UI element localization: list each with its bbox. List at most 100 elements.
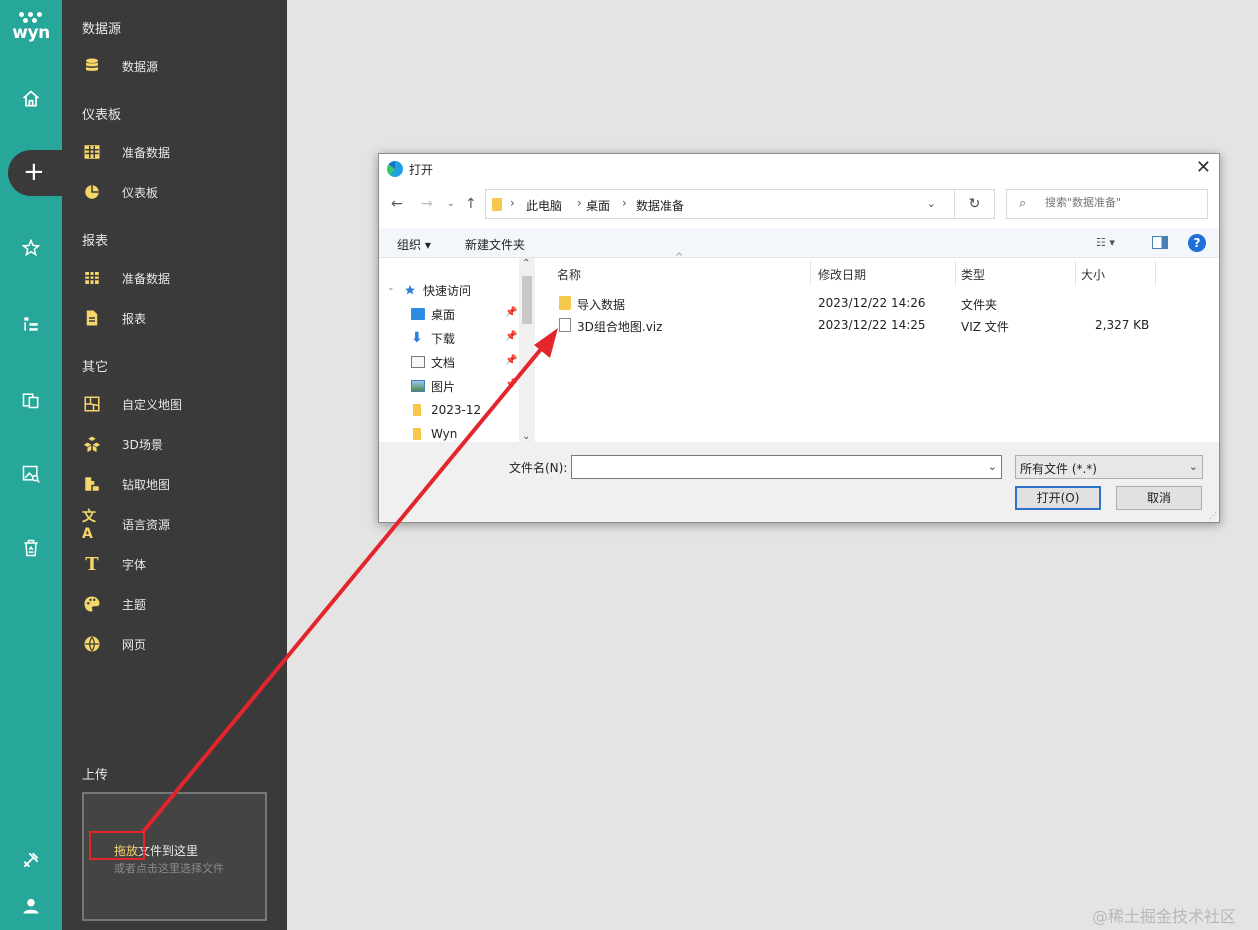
column-divider[interactable] <box>955 260 956 286</box>
recycle-bin-icon[interactable] <box>17 534 45 562</box>
menu-item-font[interactable]: T 字体 <box>82 552 272 576</box>
forward-arrow-icon[interactable]: → <box>421 196 433 212</box>
column-header-date[interactable]: 修改日期 <box>818 258 866 286</box>
navigation-row: ← → ⌄ ↑ › 此电脑 › 桌面 › 数据准备 ⌄ ↻ ⌕ <box>379 188 1219 220</box>
filename-label: 文件名(N): <box>509 461 568 475</box>
column-header-type[interactable]: 类型 <box>961 258 985 286</box>
cancel-button[interactable]: 取消 <box>1116 486 1202 510</box>
new-folder-button[interactable]: 新建文件夹 <box>465 236 525 253</box>
menu-item-dashboard-prepare-data[interactable]: 准备数据 <box>82 140 272 164</box>
menu-item-report-prepare-data[interactable]: 准备数据 <box>82 266 272 290</box>
menu-item-theme[interactable]: 主题 <box>82 592 272 616</box>
open-button[interactable]: 打开(O) <box>1015 486 1101 510</box>
view-options-icon[interactable]: ☷ ▾ <box>1096 236 1115 249</box>
close-icon[interactable]: ✕ <box>1196 157 1211 178</box>
tree-item-documents[interactable]: 文档 📌 <box>411 352 531 372</box>
dialog-titlebar: 打开 ✕ <box>379 154 1219 184</box>
menu-item-datasource[interactable]: 数据源 <box>82 54 272 78</box>
scroll-down-icon[interactable]: ⌄ <box>522 431 530 442</box>
column-header-size[interactable]: 大小 <box>1081 258 1105 286</box>
menu-item-drill-map[interactable]: 钻取地图 <box>82 472 272 496</box>
back-arrow-icon[interactable]: ← <box>391 196 403 212</box>
filename-input[interactable]: ⌄ <box>571 455 1002 479</box>
menu-item-dashboard[interactable]: 仪表板 <box>82 180 272 204</box>
breadcrumb-separator: › <box>622 196 627 210</box>
column-divider[interactable] <box>810 260 811 286</box>
home-icon[interactable] <box>17 85 45 113</box>
download-icon: ⬇ <box>411 330 423 346</box>
file-row[interactable]: 3D组合地图.viz 2023/12/22 14:25 VIZ 文件 2,327… <box>537 314 1219 336</box>
tree-item-pictures[interactable]: 图片 📌 <box>411 376 531 396</box>
breadcrumb-desktop[interactable]: 桌面 <box>586 197 610 214</box>
folder-icon <box>413 404 421 416</box>
font-icon: T <box>85 553 99 575</box>
user-icon[interactable] <box>17 892 45 920</box>
custom-map-icon <box>82 394 102 414</box>
tree-item-2023-12[interactable]: 2023-12 <box>411 400 481 420</box>
picture-icon <box>411 380 425 392</box>
organize-menu[interactable]: 组织 ▾ <box>397 236 431 253</box>
edge-browser-icon <box>387 161 403 177</box>
file-row[interactable]: 导入数据 2023/12/22 14:26 文件夹 <box>537 292 1219 314</box>
menu-item-custom-map[interactable]: 自定义地图 <box>82 392 272 416</box>
pin-icon: 📌 <box>505 355 518 366</box>
search-input[interactable] <box>1045 196 1195 209</box>
file-size: 2,327 KB <box>1095 318 1150 332</box>
file-name: 导入数据 <box>577 298 626 312</box>
database-icon <box>82 56 102 76</box>
column-divider[interactable] <box>1155 260 1156 286</box>
file-type: VIZ 文件 <box>961 320 1009 334</box>
app-rail: wyn + <box>0 0 62 930</box>
filetype-select[interactable]: 所有文件 (*.*) ⌄ <box>1015 455 1203 479</box>
dropzone-hint: 或者点击这里选择文件 <box>114 862 224 875</box>
folder-icon <box>492 198 502 211</box>
breadcrumb-this-pc[interactable]: 此电脑 <box>526 197 562 214</box>
scroll-up-icon[interactable]: ⌃ <box>522 258 530 269</box>
palette-icon <box>82 594 102 614</box>
create-button[interactable]: + <box>8 150 62 196</box>
tree-scrollbar[interactable]: ⌃ ⌄ <box>519 258 535 442</box>
translate-icon: 文A <box>82 509 96 542</box>
help-icon[interactable]: ? <box>1188 234 1206 252</box>
scrollbar-thumb[interactable] <box>522 276 532 324</box>
menu-item-language-resources[interactable]: 文A 语言资源 <box>82 509 272 542</box>
breadcrumb-data-prep[interactable]: 数据准备 <box>636 197 684 214</box>
preview-pane-icon[interactable] <box>1152 236 1168 249</box>
desktop-icon <box>411 308 425 320</box>
refresh-icon[interactable]: ↻ <box>954 190 994 218</box>
column-divider[interactable] <box>1075 260 1076 286</box>
search-icon: ⌕ <box>1019 196 1027 211</box>
recent-dropdown-icon[interactable]: ⌄ <box>447 199 455 209</box>
filetype-value: 所有文件 (*.*) <box>1020 462 1097 476</box>
hierarchy-icon[interactable] <box>17 310 45 338</box>
up-arrow-icon[interactable]: ↑ <box>465 196 477 212</box>
resize-grip-icon[interactable]: ⋰ <box>1209 511 1217 520</box>
tree-item-downloads[interactable]: ⬇ 下载 📌 <box>411 328 531 348</box>
open-file-dialog: 打开 ✕ ← → ⌄ ↑ › 此电脑 › 桌面 › 数据准备 ⌄ ↻ ⌕ 组织 … <box>378 153 1220 523</box>
star-icon[interactable] <box>17 234 45 262</box>
chevron-down-icon[interactable]: ⌄ <box>927 197 936 210</box>
tree-item-quick-access[interactable]: 快速访问 <box>403 280 471 300</box>
section-title-dashboard: 仪表板 <box>82 108 122 123</box>
menu-item-3d-scene[interactable]: 3D场景 <box>82 432 272 456</box>
image-search-icon[interactable] <box>17 460 45 488</box>
documents-icon[interactable] <box>17 386 45 414</box>
tree-item-desktop[interactable]: 桌面 📌 <box>411 304 531 324</box>
search-box[interactable]: ⌕ <box>1006 189 1208 219</box>
expand-chevron-icon[interactable]: ⌄ <box>387 283 395 293</box>
pin-icon: 📌 <box>505 307 518 318</box>
chevron-down-icon[interactable]: ⌄ <box>988 460 997 473</box>
section-title-other: 其它 <box>82 360 109 375</box>
address-bar[interactable]: › 此电脑 › 桌面 › 数据准备 ⌄ ↻ <box>485 189 995 219</box>
globe-icon <box>82 634 102 654</box>
breadcrumb-separator: › <box>510 196 515 210</box>
tools-icon[interactable] <box>17 846 45 874</box>
menu-item-webpage[interactable]: 网页 <box>82 632 272 656</box>
column-header-name[interactable]: 名称 <box>557 258 581 286</box>
report-document-icon <box>82 308 102 328</box>
file-list: ^ 名称 修改日期 类型 大小 导入数据 2023/12/22 14:26 文件… <box>537 252 1219 442</box>
menu-item-report[interactable]: 报表 <box>82 306 272 330</box>
tree-item-wyn[interactable]: Wyn <box>411 424 457 444</box>
wyn-logo[interactable]: wyn <box>10 12 52 46</box>
drill-map-icon <box>82 474 102 494</box>
